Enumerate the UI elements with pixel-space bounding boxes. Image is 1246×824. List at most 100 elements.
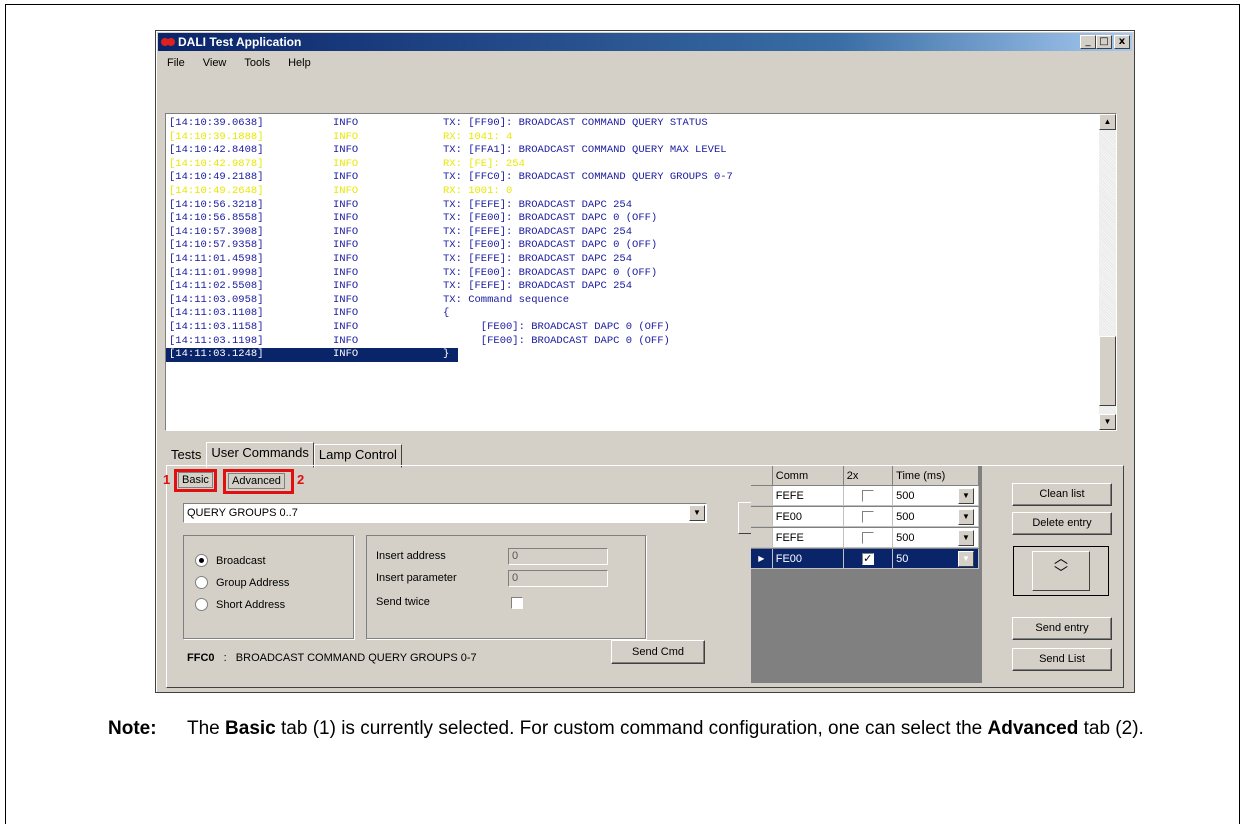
log-time: [14:11:03.0958]	[169, 293, 264, 306]
note-text-3: tab (2).	[1078, 718, 1144, 739]
log-row[interactable]: [14:10:49.2188] INFO TX: [FFC0]: BROADCAST…	[166, 171, 1099, 185]
grid-time-value: 500	[896, 532, 915, 544]
clean-list-button[interactable]: Clean list	[1012, 483, 1112, 506]
scroll-up-icon[interactable]: ▲	[1099, 114, 1116, 130]
subtab-advanced[interactable]: Advanced	[228, 473, 285, 489]
grid-2x-checkbox[interactable]	[861, 532, 874, 544]
log-row[interactable]: [14:10:39.1888] INFO RX: 1041: 4	[166, 131, 1099, 145]
microchip-logo-icon	[161, 35, 175, 49]
log-time: [14:10:39.0638]	[169, 117, 264, 129]
log-row[interactable]: [14:11:02.5508] INFO TX: [FEFE]: BROADCAST…	[166, 280, 1099, 294]
delete-entry-button[interactable]: Delete entry	[1012, 512, 1112, 535]
grid-cell-time: 500 ▼	[893, 528, 979, 548]
log-row[interactable]: [14:11:01.9998] INFO TX: [FE00]: BROADCAST…	[166, 267, 1099, 281]
log-time: [14:10:56.8558]	[169, 212, 264, 225]
note-label: Note:	[108, 718, 157, 739]
log-row[interactable]: [14:11:03.1108] INFO {	[166, 307, 1099, 321]
command-select-value: QUERY GROUPS 0..7	[187, 507, 298, 519]
log-message: RX: [FE]: 254	[443, 157, 525, 170]
radio-group-address[interactable]: Group Address	[195, 576, 289, 589]
log-message: TX: [FEFE]: BROADCAST DAPC 254	[443, 225, 633, 238]
log-row[interactable]: [14:10:39.0638] INFO TX: [FF90]: BROADCAST…	[166, 117, 1099, 131]
log-row[interactable]: [14:11:01.4598] INFO TX: [FEFE]: BROADCAST…	[166, 253, 1099, 267]
menu-file[interactable]: File	[158, 57, 194, 69]
log-row[interactable]: [14:11:03.1158] INFO [FE00]: BROADCAST DA…	[166, 321, 1099, 335]
chevron-down-icon[interactable]: ▼	[958, 530, 974, 546]
insert-parameter-field[interactable]: 0	[508, 570, 608, 587]
scroll-down-icon[interactable]: ▼	[1099, 414, 1116, 430]
log-level: INFO	[333, 348, 359, 361]
log-level: INFO	[333, 130, 359, 143]
log-row[interactable]: [14:11:03.0958] INFO TX: Command sequence	[166, 294, 1099, 308]
grid-row[interactable]: ▶ FE00 ✓ 50 ▼	[751, 549, 979, 569]
send-twice-label: Send twice	[376, 596, 430, 608]
marker-1: 1	[163, 472, 171, 487]
grid-2x-checkbox[interactable]	[861, 511, 874, 523]
log-level: INFO	[333, 266, 359, 279]
command-list-grid[interactable]: Comm 2x Time (ms) FEFE 500 ▼ FE00 500 ▼ FEFE 50…	[751, 466, 982, 683]
minimize-button[interactable]: _	[1080, 35, 1096, 49]
send-entry-button[interactable]: Send entry	[1012, 617, 1112, 640]
row-indicator-icon: ▶	[751, 549, 773, 569]
insert-address-field[interactable]: 0	[508, 548, 608, 565]
chevron-down-icon[interactable]: ﹀	[1033, 567, 1089, 582]
menu-help[interactable]: Help	[279, 57, 320, 69]
radio-broadcast[interactable]: Broadcast	[195, 554, 266, 567]
command-select[interactable]: QUERY GROUPS 0..7 ▼	[183, 503, 707, 523]
grid-time-value: 500	[896, 490, 915, 502]
log-row[interactable]: [14:10:56.3218] INFO TX: [FEFE]: BROADCAST…	[166, 199, 1099, 213]
chevron-down-icon[interactable]: ▼	[958, 551, 974, 567]
menu-tools[interactable]: Tools	[235, 57, 279, 69]
log-message: RX: 1001: 0	[443, 184, 513, 197]
grid-row[interactable]: FE00 500 ▼	[751, 507, 979, 527]
log-row[interactable]: [14:10:56.8558] INFO TX: [FE00]: BROADCAST…	[166, 212, 1099, 226]
subtab-basic[interactable]: Basic	[178, 472, 213, 488]
log-row[interactable]: [14:10:42.8408] INFO TX: [FFA1]: BROADCAST…	[166, 144, 1099, 158]
send-cmd-button[interactable]: Send Cmd	[611, 640, 705, 664]
grid-row[interactable]: FEFE 500 ▼	[751, 486, 979, 506]
row-indicator-icon	[751, 507, 773, 527]
log-message: TX: [FE00]: BROADCAST DAPC 0 (OFF)	[443, 212, 658, 225]
menu-view[interactable]: View	[194, 57, 236, 69]
log-row[interactable]: [14:10:42.9878] INFO RX: [FE]: 254	[166, 158, 1099, 172]
log-row[interactable]: [14:11:03.1248] INFO}	[166, 348, 1099, 362]
log-row[interactable]: [14:10:57.3908] INFO TX: [FEFE]: BROADCAST…	[166, 226, 1099, 240]
log-level: INFO	[333, 280, 359, 293]
log-row[interactable]: [14:10:57.9358] INFO TX: [FE00]: BROADCAST…	[166, 239, 1099, 253]
log-message: {	[443, 307, 450, 320]
menu-bar: File View Tools Help	[158, 53, 1132, 73]
chevron-up-icon[interactable]: ︿	[1033, 552, 1089, 567]
send-twice-checkbox[interactable]	[511, 597, 523, 609]
grid-cell-time: 500 ▼	[893, 507, 979, 527]
chevron-down-icon[interactable]: ▼	[958, 488, 974, 504]
radio-short-address-indicator	[195, 598, 208, 611]
log-level: INFO	[333, 171, 359, 184]
close-button[interactable]: x	[1114, 35, 1130, 49]
chevron-down-icon[interactable]: ▼	[689, 505, 705, 521]
log-level: INFO	[333, 225, 359, 238]
move-entry-control[interactable]: ︿ ﹀	[1013, 546, 1109, 596]
send-list-button[interactable]: Send List	[1012, 648, 1112, 671]
insert-address-label: Insert address	[376, 550, 446, 562]
log-row[interactable]: [14:10:49.2648] INFO RX: 1001: 0	[166, 185, 1099, 199]
log-time: [14:11:03.1198]	[169, 334, 264, 347]
grid-row[interactable]: FEFE 500 ▼	[751, 528, 979, 548]
log-message: TX: [FF90]: BROADCAST COMMAND QUERY STAT…	[443, 117, 708, 129]
grid-header-comm: Comm	[772, 466, 844, 486]
scroll-thumb[interactable]	[1099, 336, 1116, 406]
radio-short-address[interactable]: Short Address	[195, 598, 285, 611]
log-scrollbar[interactable]: ▲ ▼	[1099, 114, 1116, 430]
grid-header: Comm 2x Time (ms)	[751, 466, 979, 486]
log-message: TX: [FE00]: BROADCAST DAPC 0 (OFF)	[443, 266, 658, 279]
grid-header-indicator	[751, 466, 773, 486]
radio-broadcast-indicator	[195, 554, 208, 567]
grid-cell-comm: FE00	[772, 507, 844, 527]
chevron-down-icon[interactable]: ▼	[958, 509, 974, 525]
radio-broadcast-label: Broadcast	[216, 554, 266, 567]
grid-2x-checkbox[interactable]: ✓	[861, 553, 874, 565]
maximize-button[interactable]: □	[1096, 35, 1112, 49]
log-row[interactable]: [14:11:03.1198] INFO [FE00]: BROADCAST DA…	[166, 335, 1099, 349]
log-list[interactable]: [14:10:39.0638] INFO TX: [FF90]: BROADCAST…	[165, 113, 1117, 431]
grid-2x-checkbox[interactable]	[861, 490, 874, 502]
log-level: INFO	[333, 117, 359, 129]
